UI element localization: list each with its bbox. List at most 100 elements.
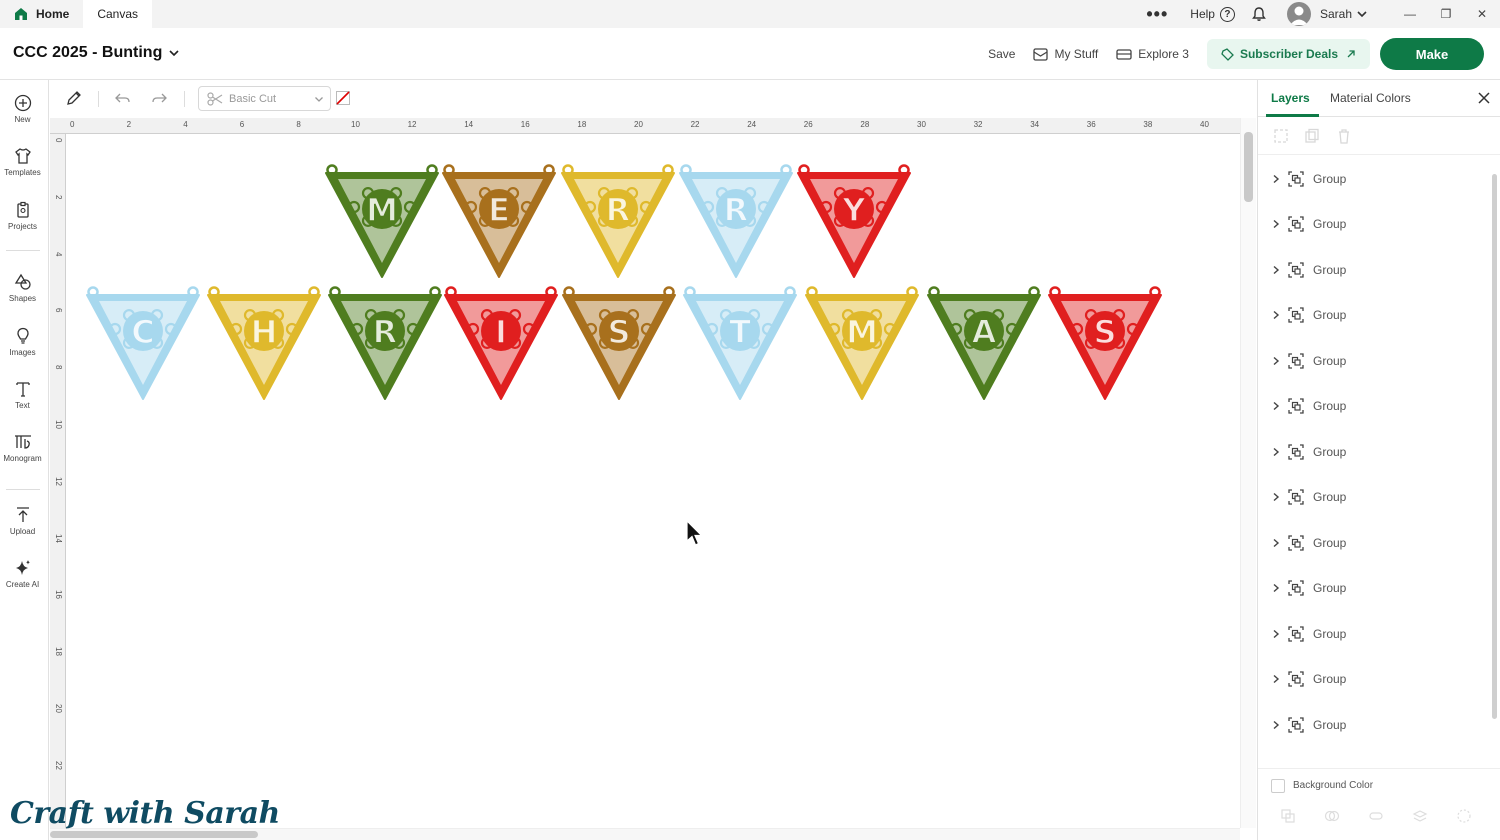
tab-material-colors[interactable]: Material Colors [1330, 91, 1411, 105]
more-horizontal-icon[interactable]: ••• [1146, 4, 1168, 25]
tool-images[interactable]: Images [0, 327, 45, 357]
bunting-letter: C [131, 313, 154, 351]
tab-layers[interactable]: Layers [1271, 91, 1310, 105]
layer-item[interactable]: Group [1258, 156, 1488, 201]
bunting-pennant[interactable]: E [442, 164, 556, 278]
chevron-right-icon[interactable] [1271, 629, 1281, 639]
layer-item[interactable]: Group [1258, 384, 1488, 429]
scroll-thumb[interactable] [1244, 132, 1253, 202]
bunting-pennant[interactable]: M [325, 164, 439, 278]
undo-icon[interactable] [114, 90, 132, 108]
design-canvas[interactable]: M E R R Y C H R I S T M A S [67, 135, 1240, 828]
bunting-pennant[interactable]: R [328, 286, 442, 400]
flatten-button[interactable] [1400, 808, 1440, 826]
pencil-icon[interactable] [65, 89, 83, 107]
layer-item[interactable]: Group [1258, 475, 1488, 520]
bunting-pennant[interactable]: S [1048, 286, 1162, 400]
tool-new[interactable]: New [0, 94, 45, 124]
chevron-right-icon[interactable] [1271, 310, 1281, 320]
chevron-right-icon[interactable] [1271, 174, 1281, 184]
chevron-right-icon[interactable] [1271, 720, 1281, 730]
bunting-pennant[interactable]: Y [797, 164, 911, 278]
layer-item[interactable]: Group [1258, 247, 1488, 292]
minimize-button[interactable]: — [1392, 7, 1428, 21]
layer-item[interactable]: Group [1258, 657, 1488, 702]
project-title-dropdown[interactable]: CCC 2025 - Bunting [13, 44, 180, 62]
chevron-right-icon[interactable] [1271, 219, 1281, 229]
tool-projects[interactable]: Projects [0, 201, 45, 231]
bell-icon[interactable] [1251, 6, 1267, 22]
help-button[interactable]: Help? [1190, 6, 1235, 22]
tool-templates-label: Templates [4, 168, 41, 177]
chevron-right-icon[interactable] [1271, 401, 1281, 411]
group-action-icon[interactable] [1273, 128, 1289, 144]
tab-canvas[interactable]: Canvas [83, 0, 153, 28]
tool-text[interactable]: Text [0, 380, 45, 410]
chevron-right-icon[interactable] [1271, 674, 1281, 684]
layer-item[interactable]: Group [1258, 566, 1488, 611]
attach-button[interactable] [1356, 808, 1396, 826]
operation-select[interactable]: Basic Cut [198, 86, 331, 111]
layer-item[interactable]: Group [1258, 338, 1488, 383]
combine-button[interactable] [1312, 808, 1352, 826]
duplicate-icon[interactable] [1304, 128, 1320, 144]
group-icon [1288, 216, 1304, 232]
chevron-down-icon[interactable] [1356, 8, 1368, 20]
layer-item[interactable]: Group [1258, 611, 1488, 656]
tool-shapes[interactable]: Shapes [0, 273, 45, 303]
restore-button[interactable]: ❐ [1428, 7, 1464, 21]
close-icon[interactable] [1477, 91, 1491, 105]
monogram-icon [14, 435, 31, 449]
chevron-right-icon[interactable] [1271, 447, 1281, 457]
bunting-pennant[interactable]: S [562, 286, 676, 400]
bunting-pennant[interactable]: T [683, 286, 797, 400]
text-icon [15, 382, 30, 397]
redo-icon[interactable] [150, 90, 168, 108]
layer-item[interactable]: Group [1258, 702, 1488, 747]
horizontal-ruler: 0 2 4 6 8 10 12 14 16 18 20 22 24 26 28 30 32 34 36 38 40 [50, 118, 1240, 134]
group-icon [1288, 489, 1304, 505]
layer-item[interactable]: Group [1258, 520, 1488, 565]
bunting-pennant[interactable]: A [927, 286, 1041, 400]
make-button[interactable]: Make [1380, 38, 1484, 70]
my-stuff-button[interactable]: My Stuff [1033, 47, 1098, 61]
bunting-design[interactable]: M E R R Y C H R I S T M A S [67, 135, 1240, 828]
bunting-pennant[interactable]: C [86, 286, 200, 400]
chevron-right-icon[interactable] [1271, 583, 1281, 593]
save-button[interactable]: Save [988, 47, 1015, 61]
bunting-pennant[interactable]: I [444, 286, 558, 400]
bunting-pennant[interactable]: H [207, 286, 321, 400]
layer-item[interactable]: Group [1258, 202, 1488, 247]
user-name[interactable]: Sarah [1320, 7, 1352, 21]
layer-item[interactable]: Group [1258, 293, 1488, 338]
chevron-right-icon[interactable] [1271, 538, 1281, 548]
machine-selector[interactable]: Explore 3 [1116, 47, 1189, 61]
layer-item[interactable]: Group [1258, 429, 1488, 474]
trash-icon[interactable] [1336, 128, 1352, 144]
canvas-vertical-scrollbar[interactable] [1240, 118, 1256, 828]
contour-button[interactable] [1444, 808, 1484, 826]
tab-home[interactable]: Home [0, 0, 83, 28]
background-color-checkbox[interactable] [1271, 778, 1285, 793]
bunting-pennant[interactable]: R [679, 164, 793, 278]
close-window-button[interactable]: ✕ [1464, 7, 1500, 21]
bunting-pennant[interactable]: R [561, 164, 675, 278]
no-color-swatch-icon[interactable] [336, 91, 350, 105]
bunting-pennant[interactable]: M [805, 286, 919, 400]
tool-upload[interactable]: Upload [0, 506, 45, 536]
slice-button[interactable] [1268, 808, 1308, 826]
app-window: Home Canvas ••• Help? Sarah — ❐ ✕ CCC 20… [0, 0, 1500, 840]
chevron-right-icon[interactable] [1271, 356, 1281, 366]
inbox-icon [1033, 47, 1049, 61]
avatar[interactable] [1286, 2, 1311, 26]
tool-templates[interactable]: Templates [0, 147, 45, 177]
tool-create-ai[interactable]: Create AI [0, 559, 45, 589]
subscriber-deals-button[interactable]: Subscriber Deals [1206, 39, 1370, 69]
chevron-right-icon[interactable] [1271, 265, 1281, 275]
scroll-thumb[interactable] [1492, 174, 1497, 719]
chevron-right-icon[interactable] [1271, 492, 1281, 502]
layers-scrollbar[interactable] [1489, 156, 1499, 766]
tool-monogram[interactable]: Monogram [0, 433, 45, 463]
scroll-thumb[interactable] [50, 831, 258, 838]
ruler-tick-label: 14 [54, 533, 63, 543]
